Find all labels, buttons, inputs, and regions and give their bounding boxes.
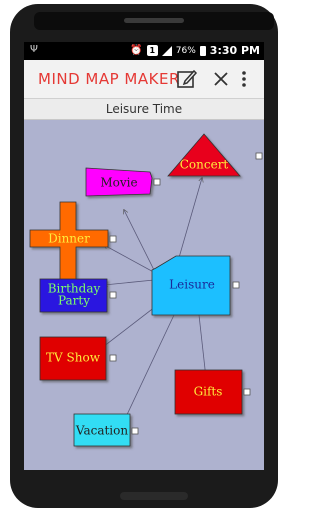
- battery-icon: [199, 45, 206, 56]
- node-gifts-handle[interactable]: [243, 388, 251, 396]
- node-dinner-label: Dinner: [48, 232, 90, 246]
- node-dinner[interactable]: Dinner: [29, 201, 117, 281]
- node-movie[interactable]: Movie: [85, 167, 161, 197]
- node-leisure-label: Leisure: [169, 278, 215, 292]
- mind-map-canvas[interactable]: Movie Concert Dinner Birthday Party Leis…: [24, 120, 264, 470]
- link-movie: [124, 210, 155, 271]
- app-bar: MIND MAP MAKER: [24, 60, 264, 99]
- link-birthday: [104, 279, 155, 285]
- signal-icon: [161, 45, 172, 56]
- usb-icon: Ψ: [30, 44, 38, 55]
- node-tvshow-handle[interactable]: [109, 354, 117, 362]
- node-birthday-handle[interactable]: [109, 291, 117, 299]
- node-gifts[interactable]: Gifts: [174, 369, 251, 415]
- node-leisure[interactable]: Leisure: [151, 255, 240, 316]
- link-dinner: [104, 245, 160, 276]
- overflow-menu-icon[interactable]: [238, 68, 250, 90]
- sim-badge: 1: [146, 45, 158, 56]
- speaker-grille: [124, 18, 184, 23]
- node-concert-label: Concert: [180, 158, 229, 172]
- battery-percent: 76%: [175, 45, 196, 56]
- close-icon[interactable]: [210, 68, 232, 90]
- status-bar: Ψ ⏰ 1 76% 3:30 PM: [24, 42, 264, 60]
- screen: Ψ ⏰ 1 76% 3:30 PM MIND MAP MAKER Leisure…: [24, 42, 264, 470]
- node-vacation-label: Vacation: [75, 424, 128, 438]
- status-right: ⏰ 1 76% 3:30 PM: [130, 44, 260, 57]
- node-dinner-handle[interactable]: [109, 235, 117, 243]
- node-concert-handle[interactable]: [255, 152, 263, 160]
- phone-bottom-bar: [120, 492, 188, 500]
- node-movie-handle[interactable]: [153, 178, 161, 186]
- clock: 3:30 PM: [209, 44, 260, 57]
- node-vacation[interactable]: Vacation: [73, 413, 139, 447]
- node-tvshow-label: TV Show: [46, 351, 101, 365]
- node-gifts-label: Gifts: [194, 385, 223, 399]
- node-birthday-party[interactable]: Birthday Party: [39, 278, 117, 313]
- node-movie-label: Movie: [100, 176, 137, 190]
- node-birthday-label-2: Party: [58, 294, 90, 308]
- node-leisure-handle[interactable]: [232, 281, 240, 289]
- alarm-icon: ⏰: [130, 45, 143, 56]
- node-tvshow[interactable]: TV Show: [39, 336, 117, 381]
- node-vacation-handle[interactable]: [131, 427, 139, 435]
- node-concert[interactable]: Concert: [167, 133, 263, 177]
- edit-icon[interactable]: [176, 68, 198, 90]
- app-title: MIND MAP MAKER: [38, 70, 180, 88]
- map-title: Leisure Time: [24, 99, 264, 120]
